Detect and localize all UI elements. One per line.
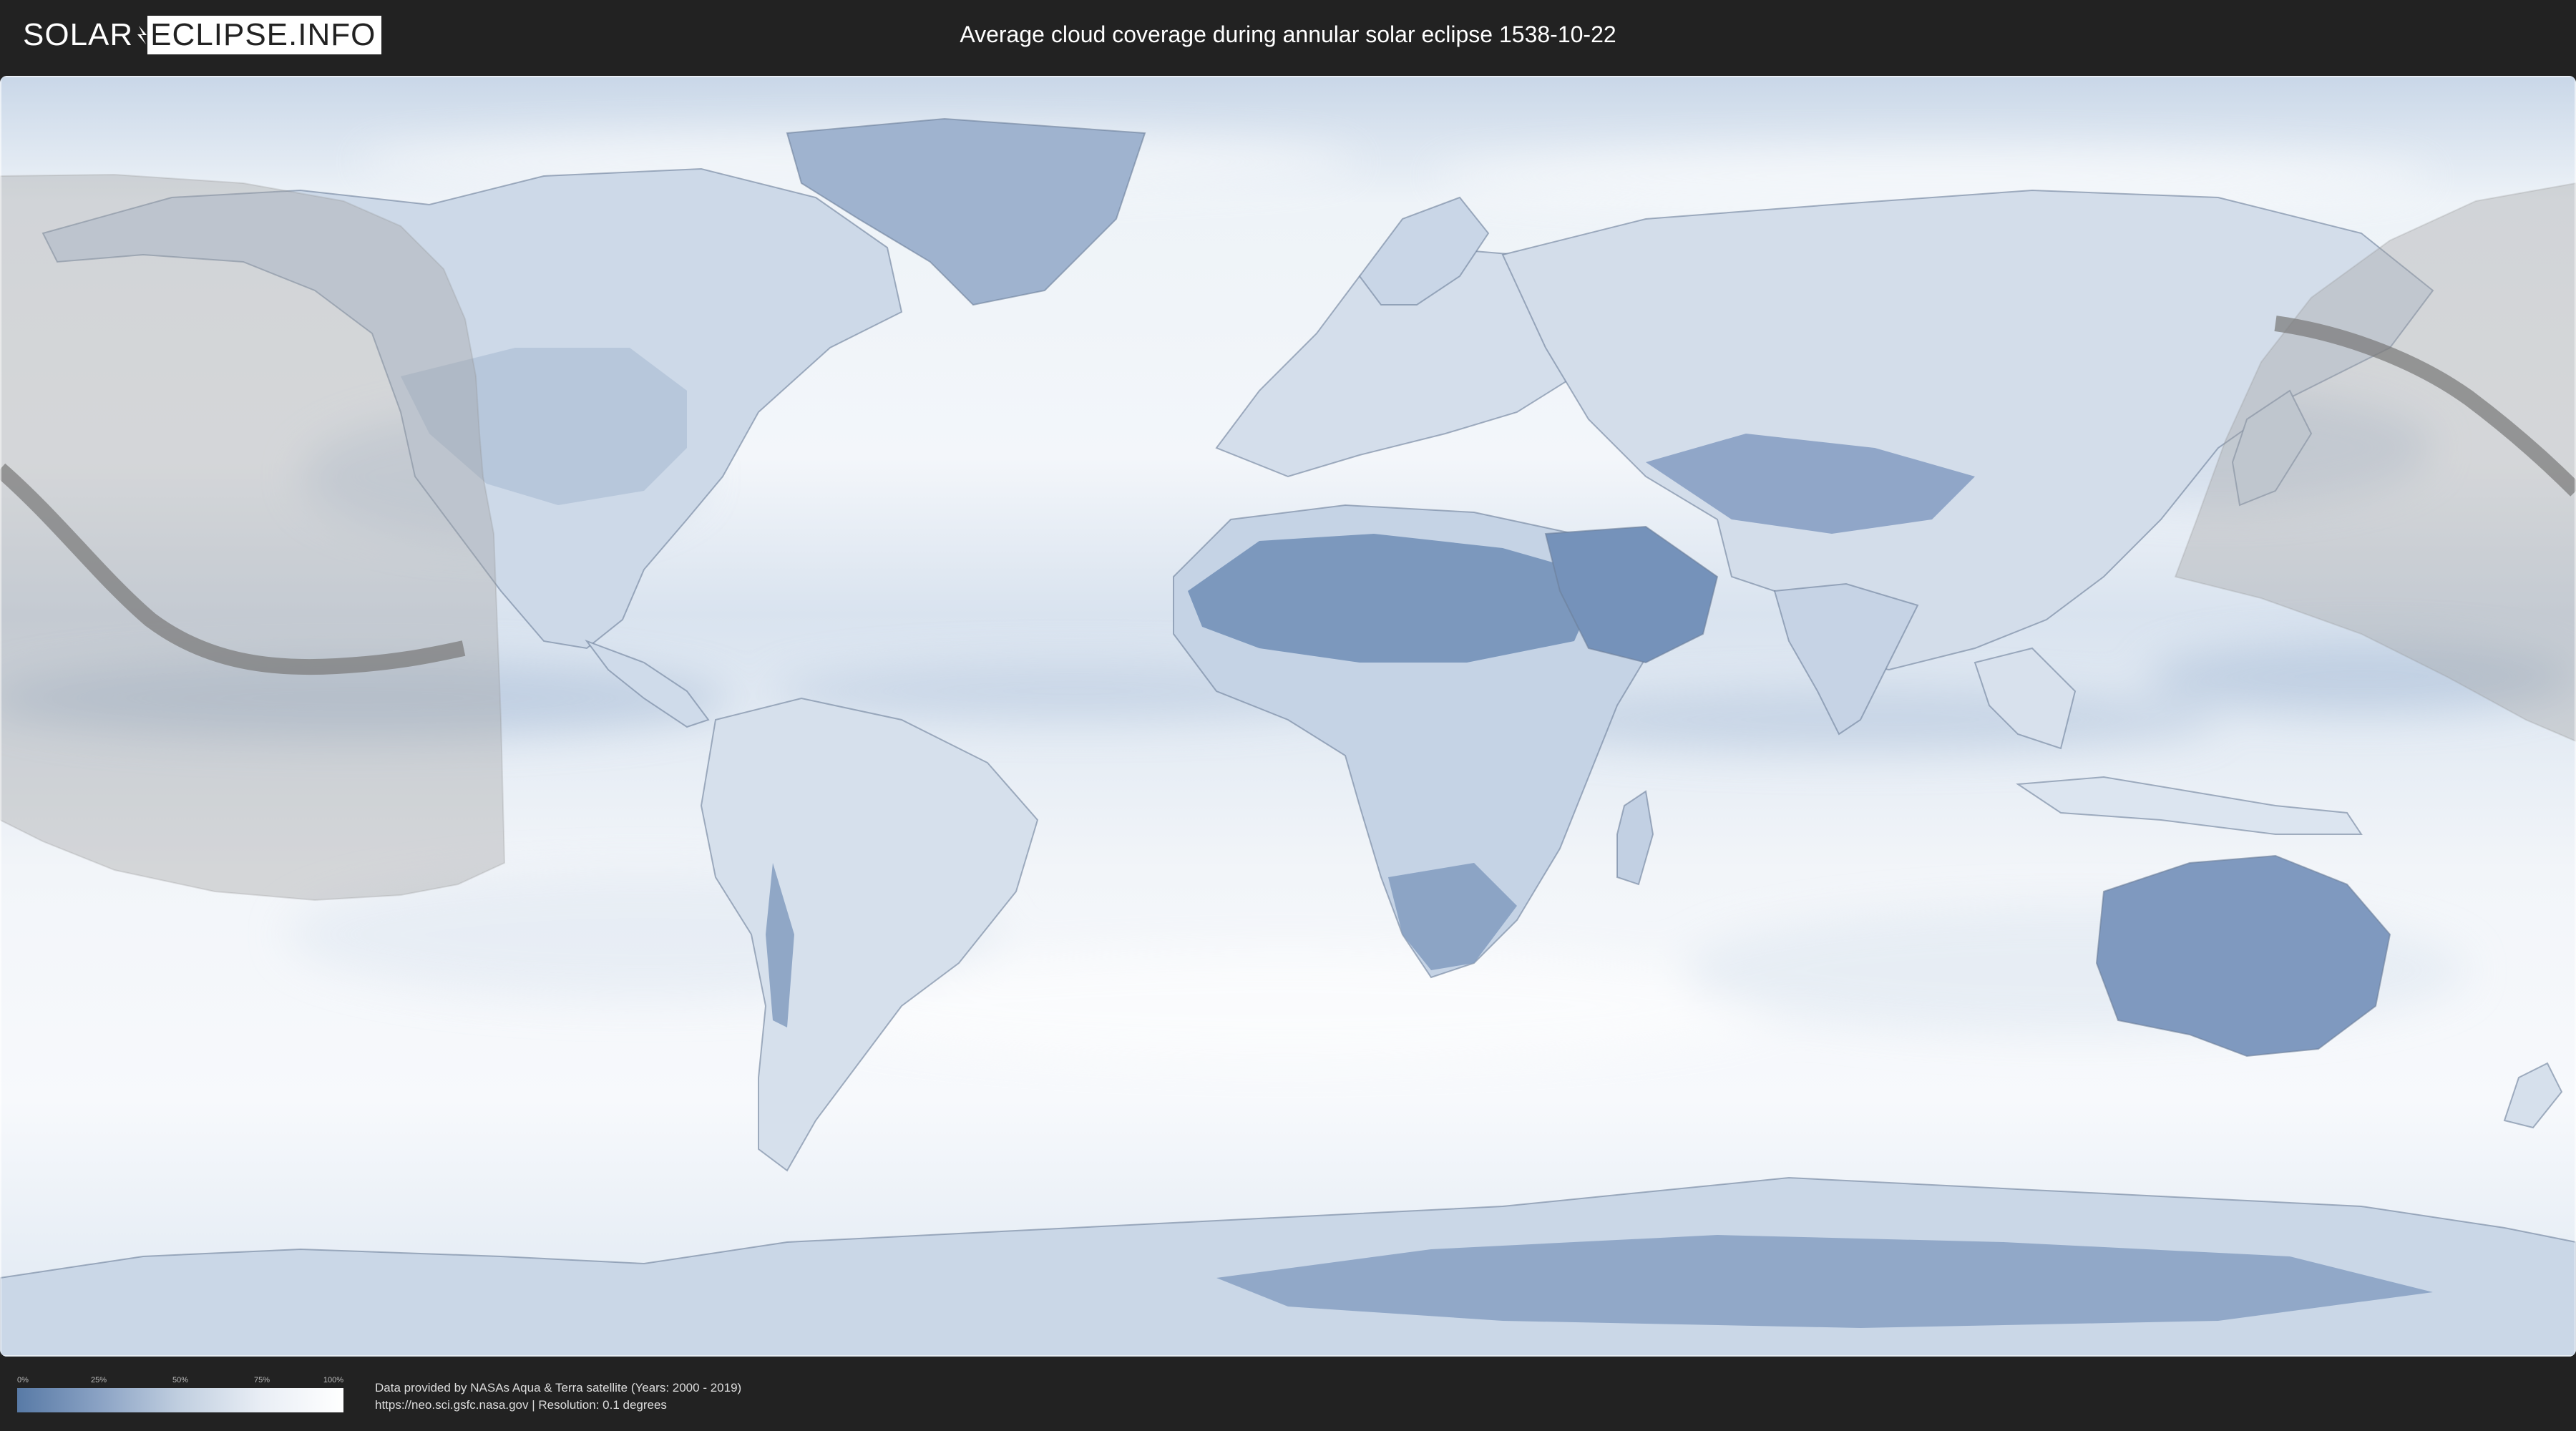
legend-tick-75: 75% xyxy=(253,1376,270,1384)
logo-bolt-icon xyxy=(137,16,147,54)
header-bar: SOLAR ECLIPSE.INFO Average cloud coverag… xyxy=(0,0,2576,72)
cloud-coverage-map[interactable] xyxy=(0,76,2576,1357)
logo-text-left: SOLAR xyxy=(23,17,134,52)
map-canvas xyxy=(0,76,2576,1357)
footer-bar: 0% 25% 50% 75% 100% Data provided by NAS… xyxy=(0,1359,2576,1431)
legend-tick-50: 50% xyxy=(172,1376,189,1384)
legend-tick-0: 0% xyxy=(17,1376,29,1384)
site-logo[interactable]: SOLAR ECLIPSE.INFO xyxy=(23,16,382,54)
cloud-coverage-legend: 0% 25% 50% 75% 100% xyxy=(17,1375,343,1414)
credit-line-source: Data provided by NASAs Aqua & Terra sate… xyxy=(375,1381,742,1395)
credit-line-url[interactable]: https://neo.sci.gsfc.nasa.gov | Resoluti… xyxy=(375,1397,741,1414)
page: SOLAR ECLIPSE.INFO Average cloud coverag… xyxy=(0,0,2576,1431)
legend-tick-100: 100% xyxy=(323,1376,343,1384)
logo-text-right: ECLIPSE.INFO xyxy=(147,16,382,54)
data-credits: Data provided by NASAs Aqua & Terra sate… xyxy=(375,1379,741,1414)
legend-tick-25: 25% xyxy=(90,1376,107,1384)
page-title: Average cloud coverage during annular so… xyxy=(960,21,1616,47)
legend-gradient-bar xyxy=(17,1388,343,1412)
